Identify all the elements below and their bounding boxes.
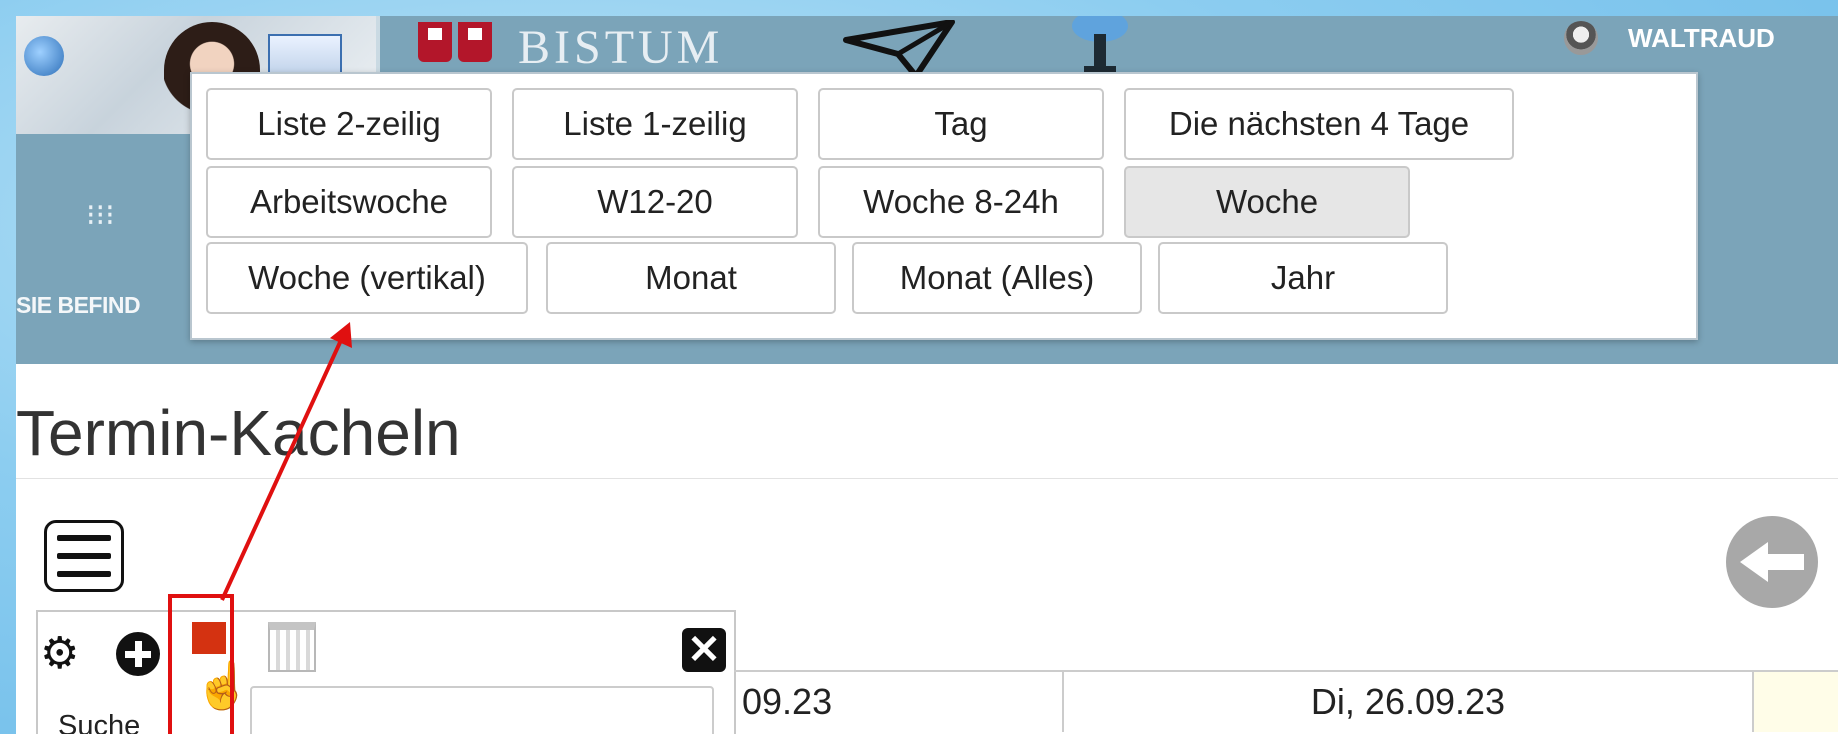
back-arrow-icon[interactable] (1726, 516, 1818, 608)
hamburger-menu-button[interactable] (44, 520, 124, 592)
page-title: Termin-Kacheln (16, 397, 461, 469)
brand-text: BISTUM (518, 21, 724, 74)
date-cell-today (1754, 672, 1838, 732)
avatar (1564, 21, 1598, 55)
user-name: WALTRAUD (1628, 22, 1775, 53)
header-banner: BISTUM WALTRAUD ⁝⁝⁝ SIE BEFIND Liste 2-z… (16, 16, 1838, 364)
view-option-month-all[interactable]: Monat (Alles) (852, 242, 1142, 314)
globe-icon (24, 36, 64, 76)
gear-icon[interactable]: ⚙ (40, 632, 79, 676)
view-option-day[interactable]: Tag (818, 88, 1104, 160)
annotation-highlight-box (168, 594, 234, 734)
paper-plane-icon (843, 20, 955, 78)
add-icon[interactable] (116, 632, 160, 676)
view-option-year[interactable]: Jahr (1158, 242, 1448, 314)
calendar-icon[interactable] (268, 622, 316, 672)
location-label: SIE BEFIND (16, 292, 141, 318)
view-option-work-week[interactable]: Arbeitswoche (206, 166, 492, 238)
close-icon[interactable]: ✕ (682, 628, 726, 672)
calendar-date-row: 09.23 Di, 26.09.23 (734, 670, 1838, 732)
app-frame: BISTUM WALTRAUD ⁝⁝⁝ SIE BEFIND Liste 2-z… (16, 16, 1838, 734)
view-option-month[interactable]: Monat (546, 242, 836, 314)
view-option-w12-20[interactable]: W12-20 (512, 166, 798, 238)
search-input[interactable] (250, 686, 714, 734)
search-label: Suche (58, 710, 141, 734)
view-option-week-vertical[interactable]: Woche (vertikal) (206, 242, 528, 314)
date-cell: Di, 26.09.23 (1064, 672, 1754, 732)
bistum-shield-icon (418, 22, 498, 62)
user-menu[interactable]: WALTRAUD (1564, 18, 1775, 58)
apps-grid-icon[interactable]: ⁝⁝⁝ (86, 198, 115, 233)
view-option-list-1-line[interactable]: Liste 1-zeilig (512, 88, 798, 160)
view-option-week[interactable]: Woche (1124, 166, 1410, 238)
view-option-list-2-line[interactable]: Liste 2-zeilig (206, 88, 492, 160)
view-option-next-4-days[interactable]: Die nächsten 4 Tage (1124, 88, 1514, 160)
view-option-week-8-24h[interactable]: Woche 8-24h (818, 166, 1104, 238)
view-selector-popup: Liste 2-zeilig Liste 1-zeilig Tag Die nä… (190, 72, 1698, 340)
tree-icon (1072, 16, 1128, 74)
divider (16, 478, 1838, 479)
date-cell: 09.23 (734, 672, 1064, 732)
